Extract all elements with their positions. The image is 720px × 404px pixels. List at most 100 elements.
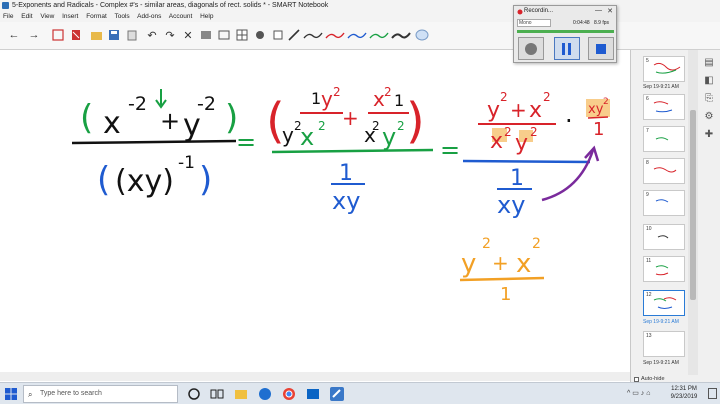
menu-insert[interactable]: Insert <box>62 13 78 20</box>
windows-start-icon[interactable] <box>5 388 17 400</box>
mid-term2-den-y: y <box>382 123 396 151</box>
full-screen-icon[interactable] <box>216 27 232 43</box>
notification-center-icon[interactable] <box>708 388 717 399</box>
delete-page-icon[interactable] <box>68 27 84 43</box>
add-ons-tab-icon[interactable]: ✚ <box>703 129 715 141</box>
audio-source-select[interactable]: Mono <box>517 19 551 27</box>
chrome-icon[interactable] <box>282 387 296 401</box>
numerator-open-paren: ( <box>80 98 93 138</box>
exponent-neg2-x: -2 <box>128 93 147 115</box>
properties-icon[interactable] <box>270 27 286 43</box>
fill-icon[interactable] <box>414 27 430 43</box>
properties-tab-icon[interactable]: ⚙ <box>703 111 715 123</box>
mid-term1-den-x-exp: 2 <box>318 119 326 133</box>
menu-help[interactable]: Help <box>200 13 213 20</box>
page-thumbnail-6[interactable]: 6 <box>643 94 685 120</box>
menu-tools[interactable]: Tools <box>114 13 129 20</box>
page-thumbnail-8[interactable]: 8 <box>643 158 685 184</box>
page-thumbnail-5[interactable]: 5 <box>643 56 685 82</box>
outlook-icon[interactable] <box>306 387 320 401</box>
mid-den-xy: xy <box>332 187 360 215</box>
plus-sign-4: + <box>492 251 509 275</box>
record-button[interactable] <box>518 37 544 60</box>
gallery-tab-icon[interactable]: ◧ <box>703 75 715 87</box>
next-page-icon[interactable]: → <box>26 27 42 43</box>
curved-arrow-icon <box>541 145 600 202</box>
right-small-bar <box>587 116 609 119</box>
minimize-icon[interactable]: — <box>595 7 602 14</box>
mid-term1-y-exp: 2 <box>333 85 341 99</box>
clock-date: 9/23/2019 <box>670 394 698 400</box>
whiteboard-canvas[interactable]: ( x -2 + y -2 ) ( (xy) -1 ) = ( 1 y 2 y … <box>0 50 630 382</box>
down-arrow-icon <box>155 89 167 109</box>
result-y-exp: 2 <box>482 236 491 252</box>
page-sorter-scrollbar[interactable] <box>688 50 698 375</box>
pen-style-4-icon[interactable] <box>369 31 389 40</box>
attachments-tab-icon[interactable]: ⎘ <box>703 93 715 105</box>
result-x: x <box>516 249 531 279</box>
pen-style-5-icon[interactable] <box>391 31 411 40</box>
scrollbar-thumb[interactable] <box>690 110 696 300</box>
add-page-icon[interactable] <box>50 27 66 43</box>
save-icon[interactable] <box>106 27 122 43</box>
taskbar-clock[interactable]: 12:31 PM 9/23/2019 <box>664 385 704 401</box>
smart-notebook-taskbar-icon[interactable] <box>330 387 344 401</box>
table-icon[interactable] <box>234 27 250 43</box>
denominator-open-paren: ( <box>97 160 110 200</box>
right-xy2-exp: 2 <box>603 97 609 107</box>
stop-button[interactable] <box>588 37 614 60</box>
menu-edit[interactable]: Edit <box>21 13 32 20</box>
task-view-icon[interactable] <box>210 387 224 401</box>
taskbar-search-input[interactable]: ⌕ Type here to search <box>23 385 178 403</box>
menu-format[interactable]: Format <box>86 13 107 20</box>
menu-add-ons[interactable]: Add-ons <box>137 13 161 20</box>
delete-icon[interactable]: ✕ <box>180 27 196 43</box>
mid-term1-y: y <box>321 87 333 111</box>
pen-style-3-icon[interactable] <box>347 31 367 40</box>
mid-term2-den-x-exp: 2 <box>372 119 380 133</box>
cortana-icon[interactable] <box>187 387 201 401</box>
handwritten-math: ( x -2 + y -2 ) ( (xy) -1 ) = ( 1 y 2 y … <box>71 85 610 305</box>
stop-icon <box>596 43 606 54</box>
right-den-x-exp: 2 <box>504 125 512 139</box>
previous-page-icon[interactable]: ← <box>6 27 22 43</box>
middle-close-paren: ) <box>406 93 425 149</box>
recorder-title: Recordin... <box>524 8 554 14</box>
menu-file[interactable]: File <box>3 13 13 20</box>
record-indicator-icon <box>517 9 523 15</box>
menu-view[interactable]: View <box>40 13 54 20</box>
page-thumbnail-10[interactable]: 10 <box>643 224 685 250</box>
mid-term1-one: 1 <box>311 89 321 108</box>
close-icon[interactable]: ✕ <box>607 7 613 15</box>
equals-sign-2: = <box>440 136 460 164</box>
frame-rate: 8.9 fps <box>594 20 610 26</box>
screen-shade-icon[interactable] <box>198 27 214 43</box>
mid-term2-den-y-exp: 2 <box>397 119 405 133</box>
document-camera-icon[interactable] <box>252 27 268 43</box>
page-thumbnail-7[interactable]: 7 <box>643 126 685 152</box>
page-thumbnail-9[interactable]: 9 <box>643 190 685 216</box>
file-explorer-icon[interactable] <box>234 387 248 401</box>
page-thumbnail-13[interactable]: 13 <box>643 331 685 357</box>
pen-tool-icon[interactable] <box>286 27 302 43</box>
right-den-one: 1 <box>510 166 524 191</box>
fraction-bar-2 <box>271 148 434 154</box>
page-sorter-tab-icon[interactable]: ▤ <box>703 57 715 69</box>
horizontal-scrollbar[interactable] <box>0 372 630 381</box>
page-thumbnail-12-selected[interactable]: 12 <box>643 290 685 316</box>
mid-den-one: 1 <box>339 161 353 186</box>
checkbox-box[interactable] <box>634 376 639 382</box>
pen-style-2-icon[interactable] <box>325 31 345 40</box>
paste-icon[interactable] <box>124 27 140 43</box>
menu-account[interactable]: Account <box>169 13 193 20</box>
undo-icon[interactable]: ↶ <box>144 27 160 43</box>
system-tray-icons[interactable]: ^ ▭ ♪ ⌂ <box>627 389 650 397</box>
pause-button[interactable] <box>554 37 580 60</box>
page-thumbnail-11[interactable]: 11 <box>643 256 685 282</box>
redo-icon[interactable]: ↷ <box>162 27 178 43</box>
term-x: x <box>103 106 121 141</box>
edge-icon[interactable] <box>258 387 272 401</box>
fraction-bar-1 <box>71 139 237 145</box>
pen-style-1-icon[interactable] <box>303 31 323 40</box>
open-file-icon[interactable] <box>88 27 104 43</box>
